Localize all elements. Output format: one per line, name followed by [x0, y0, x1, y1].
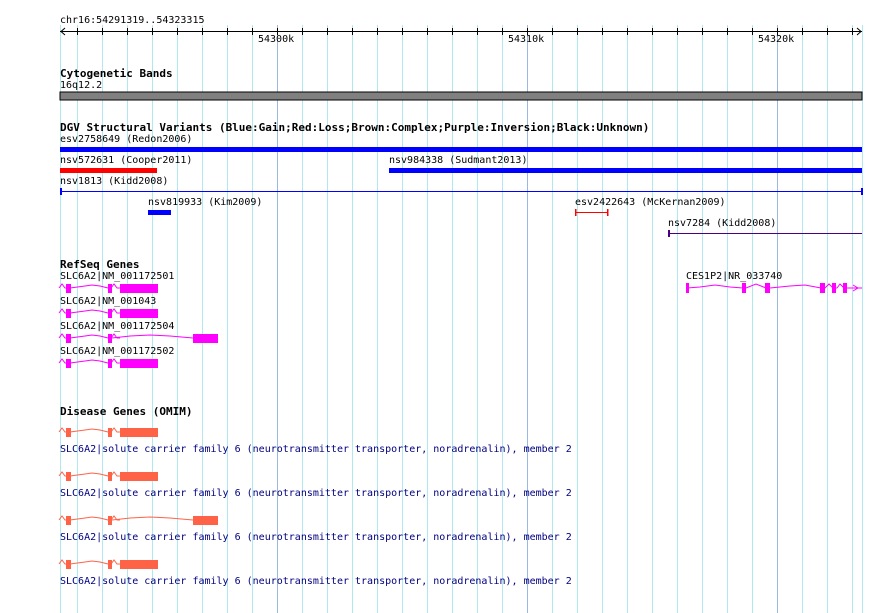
omim-gene-exon — [120, 428, 158, 437]
transcript-exon — [108, 334, 112, 343]
transcript-exon — [108, 309, 112, 318]
dgv-feature-label[interactable]: nsv819933 (Kim2009) — [148, 197, 262, 208]
ruler-location: chr16:54291319..54323315 — [60, 15, 205, 26]
transcript-exon — [765, 283, 770, 293]
cytoband-bar — [59, 91, 863, 101]
omim-gene-exon — [108, 472, 112, 481]
ruler-tick-label: 54320k — [758, 34, 795, 45]
omim-gene-exon — [193, 516, 218, 525]
dgv-feature-label[interactable]: nsv572631 (Cooper2011) — [60, 155, 192, 166]
omim-label[interactable]: SLC6A2|solute carrier family 6 (neurotra… — [60, 444, 572, 455]
transcript-exon — [66, 284, 71, 293]
omim-gene-exon — [108, 428, 112, 437]
omim-gene-exon — [66, 472, 71, 481]
transcript-exon — [108, 284, 112, 293]
transcript-exon — [66, 359, 71, 368]
dgv-feature-label[interactable]: esv2758649 (Redon2006) — [60, 134, 192, 145]
track-title-cytoband: Cytogenetic Bands — [60, 67, 173, 80]
genome-browser-panel: chr16:54291319..54323315 54300k 54310k 5… — [0, 0, 890, 613]
transcript-label[interactable]: SLC6A2|NM_001172502 — [60, 346, 174, 357]
omim-label[interactable]: SLC6A2|solute carrier family 6 (neurotra… — [60, 532, 572, 543]
dgv-endcap — [607, 209, 609, 216]
omim-gene-exon — [120, 472, 158, 481]
omim-gene-exon — [108, 516, 112, 525]
dgv-bar — [389, 168, 862, 173]
transcript-exon — [108, 359, 112, 368]
track-title-omim: Disease Genes (OMIM) — [60, 405, 193, 418]
cytoband-label[interactable]: 16q12.2 — [60, 80, 102, 91]
transcript-intron — [111, 334, 194, 339]
transcript-exon — [832, 283, 836, 293]
transcript-label[interactable]: SLC6A2|NM_001172504 — [60, 321, 174, 332]
omim-gene-exon — [120, 560, 158, 569]
transcript-exon — [120, 309, 158, 318]
transcript-exon — [66, 334, 71, 343]
dgv-endcap — [575, 209, 577, 216]
ruler-tick-label: 54300k — [258, 34, 295, 45]
omim-label[interactable]: SLC6A2|solute carrier family 6 (neurotra… — [60, 488, 572, 499]
dgv-feature-label[interactable]: nsv984338 (Sudmant2013) — [389, 155, 527, 166]
track-title-refseq: RefSeq Genes — [60, 258, 140, 271]
transcript-exon — [742, 283, 746, 293]
transcript-exon — [66, 309, 71, 318]
dgv-endcap — [861, 188, 863, 195]
dgv-bar — [60, 147, 862, 152]
dgv-endcap — [60, 188, 62, 195]
transcript-exon — [843, 283, 847, 293]
omim-gene-intron — [111, 516, 194, 521]
transcript-exon — [193, 334, 218, 343]
transcript-exon — [120, 284, 158, 293]
transcript-exon — [686, 283, 689, 293]
transcript-exon — [120, 359, 158, 368]
omim-gene-exon — [66, 560, 71, 569]
dgv-feature-label[interactable]: nsv7284 (Kidd2008) — [668, 218, 776, 229]
dgv-feature-label[interactable]: esv2422643 (McKernan2009) — [575, 197, 726, 208]
omim-label[interactable]: SLC6A2|solute carrier family 6 (neurotra… — [60, 576, 572, 587]
dgv-bar — [148, 210, 171, 215]
ruler-tick-label: 54310k — [508, 34, 545, 45]
dgv-endcap — [668, 230, 670, 237]
dgv-bar — [60, 168, 157, 173]
omim-gene-exon — [66, 428, 71, 437]
dgv-feature-label[interactable]: nsv1813 (Kidd2008) — [60, 176, 168, 187]
transcript-label[interactable]: SLC6A2|NM_001172501 — [60, 271, 174, 282]
transcript-exon — [820, 283, 825, 293]
transcript-label[interactable]: CES1P2|NR_033740 — [686, 271, 782, 282]
omim-gene-exon — [108, 560, 112, 569]
track-title-dgv: DGV Structural Variants (Blue:Gain;Red:L… — [60, 121, 650, 134]
transcript-label[interactable]: SLC6A2|NM_001043 — [60, 296, 156, 307]
omim-gene-exon — [66, 516, 71, 525]
